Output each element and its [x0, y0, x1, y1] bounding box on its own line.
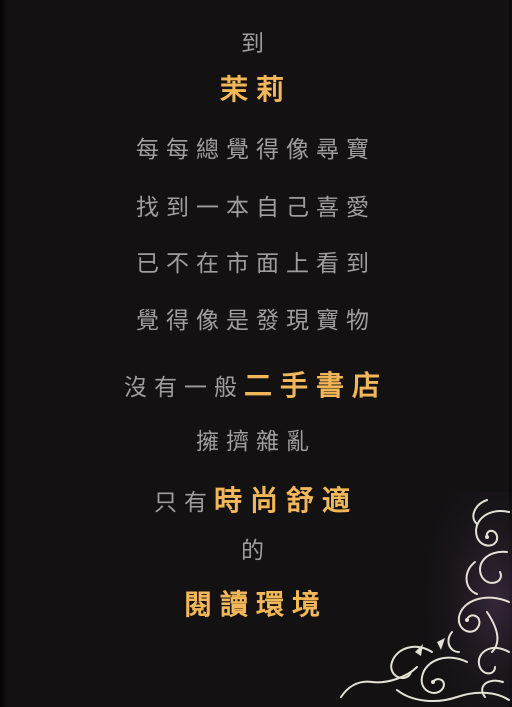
line-1: 到	[241, 31, 271, 57]
line-8: 擁擠雜亂	[196, 429, 316, 455]
floral-swirl-ornament-icon	[340, 492, 512, 707]
line-5: 已不在市面上看到	[136, 251, 376, 277]
line-2-highlight: 茉莉	[219, 73, 292, 106]
line-6: 覺得像是發現寶物	[136, 308, 376, 334]
line-7-highlight: 二手書店	[243, 369, 388, 402]
line-7-plain: 沒有一般	[123, 375, 244, 401]
line-4: 找到一本自己喜愛	[136, 195, 376, 221]
line-3: 每每總覺得像尋寶	[136, 137, 376, 163]
line-9-plain: 只有	[153, 490, 214, 516]
line-7: 沒有一般二手書店	[0, 372, 512, 400]
